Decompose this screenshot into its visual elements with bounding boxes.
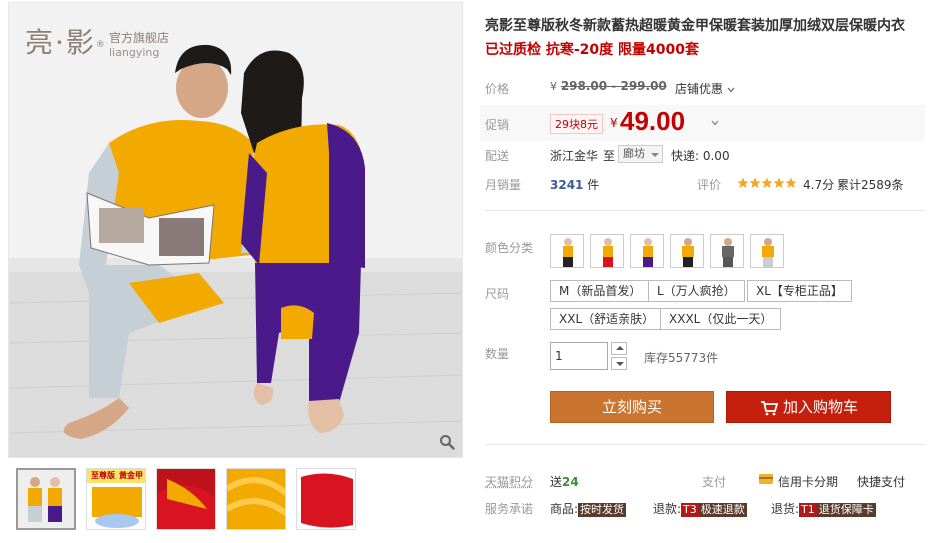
service-refund: 退款: T3 极速退款 xyxy=(653,500,747,517)
thumb-banner-text2: 黄金甲 xyxy=(119,471,143,480)
service-refund-code: T3 xyxy=(681,503,699,517)
buy-now-button[interactable]: 立刻购买 xyxy=(550,391,714,423)
brand-name-en: liangying xyxy=(109,46,160,59)
brand-store-label: 官方旗舰店 xyxy=(109,31,170,45)
quantity-increase-button[interactable] xyxy=(611,342,627,355)
monthly-sales: 3241 件 xyxy=(550,176,599,193)
color-swatch-red-female[interactable] xyxy=(590,234,624,268)
thumbnail-couple[interactable] xyxy=(16,468,76,530)
quick-pay-link[interactable]: 快捷支付 xyxy=(857,473,905,490)
thumbnail-strip: 至尊版 黄金甲 xyxy=(16,468,366,532)
product-title: 亮影至尊版秋冬新款蓄热超暖黄金甲保暖套装加厚加绒双层保暖内衣 xyxy=(485,18,905,34)
color-swatch-black-female[interactable] xyxy=(550,234,584,268)
service-return-label: 退货: xyxy=(771,502,800,516)
store-promo-dropdown[interactable]: 店铺优惠 xyxy=(675,80,735,97)
zoom-icon[interactable] xyxy=(436,431,458,453)
size-option-m[interactable]: M（新品首发） xyxy=(550,280,651,302)
size-option-l[interactable]: L（万人疯抢） xyxy=(648,280,745,302)
tmall-points: 送24 xyxy=(550,473,579,490)
registered-mark: ® xyxy=(95,40,105,50)
size-option-xxl[interactable]: XXL（舒适亲肤） xyxy=(550,308,664,330)
chevron-down-icon xyxy=(727,87,735,93)
color-swatch-yellow-male[interactable] xyxy=(750,234,784,268)
quantity-input[interactable] xyxy=(550,342,608,370)
service-goods-badge[interactable]: 按时发货 xyxy=(578,503,627,517)
credit-card-icon xyxy=(759,474,773,484)
thumb-banner-text: 至尊版 xyxy=(91,471,115,480)
size-option-xxxl[interactable]: XXXL（仅此一天） xyxy=(660,308,782,330)
service-return-code: T1 xyxy=(799,503,817,517)
service-goods-label: 商品: xyxy=(550,502,579,516)
service-return: 退货: T1 退货保障卡 xyxy=(771,500,876,517)
chevron-down-icon[interactable] xyxy=(709,117,721,129)
rating-score: 4.7分 xyxy=(803,178,835,192)
monthly-sales-label: 月销量 xyxy=(485,178,522,192)
main-product-image[interactable]: 亮·影® 官方旗舰店 liangying xyxy=(8,2,463,458)
product-subtitle: 已过质检 抗寒-20度 限量4000套 xyxy=(485,42,700,58)
price-label: 价格 xyxy=(485,82,510,96)
rating-label: 评价 xyxy=(697,178,722,192)
color-swatch-grey-male[interactable] xyxy=(710,234,744,268)
divider xyxy=(485,444,925,445)
color-swatches xyxy=(550,234,784,268)
thumbnail-red-fabric[interactable] xyxy=(156,468,216,530)
monthly-sales-count: 3241 xyxy=(550,178,584,192)
thumbnail-banner[interactable]: 至尊版 黄金甲 xyxy=(86,468,146,530)
add-to-cart-label: 加入购物车 xyxy=(783,398,859,416)
store-promo-label: 店铺优惠 xyxy=(675,82,724,96)
color-swatch-black-male[interactable] xyxy=(670,234,704,268)
quantity-decrease-button[interactable] xyxy=(611,357,627,370)
tmall-points-label[interactable]: 天猫积分 xyxy=(485,473,533,490)
promo-price: 49.00 xyxy=(620,106,686,136)
star-icon xyxy=(761,177,773,188)
promo-tag: 29块8元 xyxy=(550,114,603,134)
thumbnail-red-cloth[interactable] xyxy=(296,468,356,530)
original-price: ¥ 298.00 - 299.00 xyxy=(550,79,667,93)
brand-logo: 亮·影® 官方旗舰店 liangying xyxy=(25,21,169,61)
color-swatch-purple-female[interactable] xyxy=(630,234,664,268)
service-refund-label: 退款: xyxy=(653,502,682,516)
ship-to-word: 至 xyxy=(603,149,616,163)
rating-stars xyxy=(737,177,797,189)
service-promise-label: 服务承诺 xyxy=(485,502,534,516)
promo-label: 促销 xyxy=(485,118,510,132)
stock-count: 库存55773件 xyxy=(644,351,719,365)
product-gallery: 亮·影® 官方旗舰店 liangying 至尊版 黄金甲 xyxy=(0,0,465,543)
brand-name-cn: 亮·影 xyxy=(25,26,96,59)
shipping-fee: 快递: 0.00 xyxy=(671,149,730,163)
size-option-xl[interactable]: XL【专柜正品】 xyxy=(747,280,852,302)
divider xyxy=(485,210,925,211)
shipping-label: 配送 xyxy=(485,149,510,163)
ship-destination-select[interactable]: 廊坊 xyxy=(618,145,663,163)
service-goods: 商品: 按时发货 xyxy=(550,500,627,517)
thumbnail-yellow-fabric[interactable] xyxy=(226,468,286,530)
color-label: 颜色分类 xyxy=(485,241,534,255)
review-count-link[interactable]: 累计2589条 xyxy=(837,176,904,193)
monthly-sales-unit: 件 xyxy=(587,178,600,192)
couple-photo xyxy=(9,3,462,457)
tmall-points-value: 24 xyxy=(562,475,579,489)
star-icon xyxy=(785,177,797,188)
ship-from: 浙江金华 xyxy=(550,149,599,163)
promo-price-band xyxy=(480,105,925,141)
credit-card-installment-link[interactable]: 信用卡分期 xyxy=(778,473,838,490)
payment-label: 支付 xyxy=(702,475,727,489)
service-return-badge[interactable]: 退货保障卡 xyxy=(816,503,876,517)
yen-symbol: ¥ xyxy=(550,80,557,93)
quantity-label: 数量 xyxy=(485,347,510,361)
promo-yen-symbol: ¥ xyxy=(610,116,618,130)
star-icon xyxy=(773,177,785,188)
service-refund-badge[interactable]: 极速退款 xyxy=(698,503,747,517)
add-to-cart-button[interactable]: 加入购物车 xyxy=(726,391,891,423)
size-label: 尺码 xyxy=(485,287,510,301)
cart-icon xyxy=(761,401,778,416)
tmall-points-prefix: 送 xyxy=(550,475,563,489)
star-icon xyxy=(737,177,749,188)
star-icon xyxy=(749,177,761,188)
original-price-value: 298.00 - 299.00 xyxy=(560,79,667,93)
